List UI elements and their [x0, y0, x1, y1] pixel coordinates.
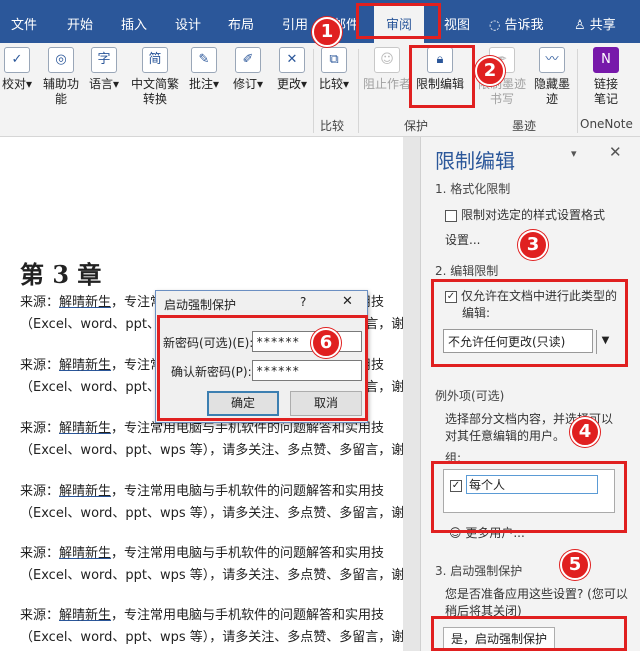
block-authors-button[interactable]: ☺ 阻止作者	[362, 47, 412, 92]
comment-icon: ✎	[191, 47, 217, 73]
restrict-editing-button[interactable]: 🔒︎ 限制编辑	[412, 47, 468, 92]
changes-button[interactable]: ✕ 更改▾	[270, 47, 314, 92]
paragraph: 来源：解晴新生，专注常用电脑与手机软件的问题解答和实用技（Excel、word、…	[20, 608, 403, 645]
compare-button[interactable]: ⧉ 比较▾	[312, 47, 356, 92]
more-users-link[interactable]: ☺ 更多用户...	[449, 525, 525, 542]
edit-section-title: 2. 编辑限制	[435, 264, 499, 278]
people-icon: ☺	[449, 526, 466, 540]
tab-home[interactable]: 开始	[67, 14, 93, 33]
group-onenote-label: OneNote	[580, 117, 633, 131]
group-protect-label: 保护	[404, 119, 429, 133]
language-icon: 字	[91, 47, 117, 73]
separator	[358, 49, 359, 133]
enforce-description: 您是否准备应用这些设置? (您可以 稍后将其关闭)	[445, 587, 628, 618]
tab-design[interactable]: 设计	[175, 14, 201, 33]
chevron-down-icon: ▼	[596, 330, 614, 354]
tab-file[interactable]: 文件	[11, 14, 37, 33]
chinese-convert-button[interactable]: 简中文简繁转换	[128, 47, 182, 107]
step-badge-2: 2	[475, 56, 505, 86]
convert-icon: 简	[142, 47, 168, 73]
compare-icon: ⧉	[321, 47, 347, 73]
onenote-icon: N	[593, 47, 619, 73]
edit-restriction-checkbox[interactable]: ✓ 仅允许在文档中进行此类型的 编辑:	[445, 288, 617, 322]
help-button[interactable]: ?	[300, 295, 306, 309]
comments-button[interactable]: ✎ 批注▾	[182, 47, 226, 92]
confirm-password-input[interactable]: ******	[252, 360, 362, 381]
document-lock-icon: 🔒︎	[427, 47, 453, 73]
tell-me-search[interactable]: ◌ 告诉我	[489, 14, 544, 33]
cancel-button[interactable]: 取消	[290, 391, 362, 416]
start-enforcing-button[interactable]: 是，启动强制保护	[443, 627, 555, 651]
proofing-button[interactable]: ✓ 校对▾	[0, 47, 39, 92]
paragraph: 来源：解晴新生，专注常用电脑与手机软件的问题解答和实用技（Excel、word、…	[20, 421, 403, 458]
track-changes-icon: ✐	[235, 47, 261, 73]
people-icon: ☺	[374, 47, 400, 73]
group-item-everyone[interactable]: ✓ 每个人	[450, 475, 598, 494]
dialog-title: 启动强制保护	[164, 298, 237, 312]
linked-notes-button[interactable]: N 链接笔记	[584, 47, 628, 107]
group-compare-label: 比较	[320, 119, 345, 133]
close-dialog-button[interactable]: ✕	[342, 294, 353, 309]
step-badge-3: 3	[518, 230, 548, 260]
step-badge-4: 4	[570, 417, 600, 447]
confirm-password-label: 确认新密码(P):	[171, 365, 252, 379]
new-password-input[interactable]: ******	[252, 331, 362, 352]
group-ink-label: 墨迹	[512, 119, 537, 133]
chapter-heading: 第 3 章	[20, 260, 102, 289]
ribbon-review: ✓ 校对▾ ◎ 辅助功能 字语言▾ 简中文简繁转换 ✎ 批注▾ ✐ 修订▾ ✕ 更改▾ ⧉…	[0, 43, 640, 137]
checkmark-icon: ✓	[450, 479, 462, 492]
separator	[577, 49, 578, 133]
tab-review[interactable]: 审阅	[374, 4, 425, 43]
start-enforcing-dialog: 启动强制保护 ? ✕ 新密码(可选)(E): ****** 确认新密码(P): …	[155, 290, 368, 423]
checkmark-icon: ✓	[445, 290, 457, 303]
enforce-section-title: 3. 启动强制保护	[435, 564, 523, 578]
step-badge-5: 5	[560, 550, 590, 580]
pane-title: 限制编辑	[435, 149, 515, 173]
tab-insert[interactable]: 插入	[121, 14, 147, 33]
accessibility-button[interactable]: ◎ 辅助功能	[39, 47, 83, 107]
lightbulb-icon: ◌	[489, 18, 505, 33]
edit-type-select[interactable]: 不允许任何更改(只读) ▼	[443, 329, 609, 354]
new-password-label: 新密码(可选)(E):	[163, 336, 254, 350]
step-badge-1: 1	[312, 17, 342, 47]
close-pane-button[interactable]: ✕	[609, 143, 622, 161]
paragraph: 来源：解晴新生，专注常用电脑与手机软件的问题解答和实用技（Excel、word、…	[20, 546, 403, 583]
document-margin	[403, 137, 420, 651]
exceptions-title: 例外项(可选)	[435, 389, 505, 403]
paragraph: 来源：解晴新生，专注常用电脑与手机软件的问题解答和实用技（Excel、word、…	[20, 484, 403, 521]
ink-icon: 〰	[539, 47, 565, 73]
group-list[interactable]: ✓ 每个人	[443, 469, 615, 513]
language-button[interactable]: 字语言▾	[82, 47, 126, 92]
ok-button[interactable]: 确定	[207, 391, 279, 416]
spellcheck-icon: ✓	[4, 47, 30, 73]
hide-ink-button[interactable]: 〰隐藏墨迹	[530, 47, 574, 107]
pane-options-icon[interactable]: ▾	[571, 147, 577, 160]
changes-icon: ✕	[279, 47, 305, 73]
restrict-editing-pane: 限制编辑 ▾ ✕ 1. 格式化限制 限制对选定的样式设置格式 设置... 2. …	[420, 137, 640, 651]
format-section-title: 1. 格式化限制	[435, 182, 511, 196]
tab-view[interactable]: 视图	[444, 14, 470, 33]
format-restriction-checkbox[interactable]: 限制对选定的样式设置格式	[445, 207, 605, 224]
share-button[interactable]: ♙ 共享	[574, 14, 616, 33]
tab-layout[interactable]: 布局	[228, 14, 254, 33]
checkbox-icon	[445, 209, 457, 222]
person-icon: ♙	[574, 18, 590, 33]
tracking-button[interactable]: ✐ 修订▾	[226, 47, 270, 92]
step-badge-6: 6	[311, 328, 341, 358]
group-label: 组:	[445, 451, 462, 465]
tab-references[interactable]: 引用	[282, 14, 308, 33]
settings-link[interactable]: 设置...	[445, 232, 480, 249]
accessibility-icon: ◎	[48, 47, 74, 73]
